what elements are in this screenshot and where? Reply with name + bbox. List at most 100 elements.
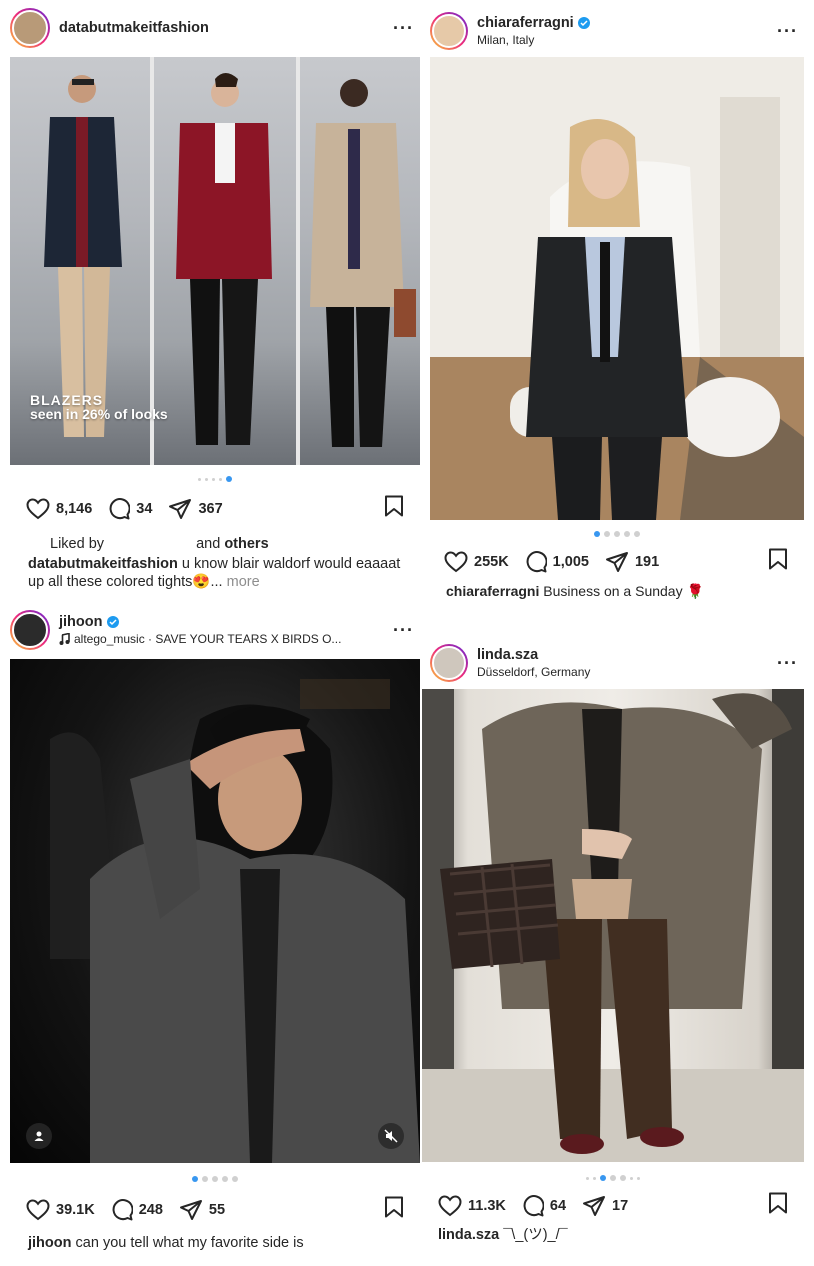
bookmark-button[interactable] bbox=[768, 548, 788, 575]
post-caption: chiaraferragni Business on a Sunday 🌹 bbox=[446, 582, 794, 600]
caption-text-block: databutmakeitfashion u know blair waldor… bbox=[28, 555, 410, 591]
comment-button[interactable]: 248 bbox=[111, 1198, 163, 1221]
username[interactable]: linda.sza bbox=[477, 647, 538, 663]
carousel-dot bbox=[593, 1176, 596, 1180]
more-options-icon[interactable]: ··· bbox=[387, 620, 420, 641]
carousel-dot-active bbox=[192, 1176, 198, 1182]
carousel-dot bbox=[620, 1175, 626, 1181]
more-options-icon[interactable]: ··· bbox=[771, 21, 804, 42]
overlay-subtitle: seen in 26% of looks bbox=[30, 406, 168, 422]
heart-icon bbox=[444, 550, 468, 572]
post-image[interactable]: BLAZERS seen in 26% of looks bbox=[10, 57, 420, 465]
post-chiaraferragni: chiaraferragni Milan, Italy ··· 255K 1,0… bbox=[430, 0, 804, 610]
share-count: 55 bbox=[208, 1201, 226, 1218]
caption-username[interactable]: databutmakeitfashion bbox=[28, 556, 178, 572]
avatar[interactable] bbox=[430, 12, 468, 50]
carousel-dot bbox=[614, 531, 620, 537]
carousel-dot bbox=[634, 531, 640, 537]
verified-badge-icon bbox=[106, 616, 119, 628]
like-count: 8,146 bbox=[56, 500, 93, 517]
location[interactable]: Düsseldorf, Germany bbox=[477, 665, 771, 679]
share-button[interactable]: 191 bbox=[605, 551, 659, 573]
username[interactable]: jihoon bbox=[59, 614, 103, 630]
carousel-dot bbox=[212, 477, 215, 481]
carousel-dot bbox=[624, 531, 630, 537]
music-info[interactable]: altego_music · SAVE YOUR TEARS X BIRDS O… bbox=[59, 632, 387, 646]
verified-badge-icon bbox=[577, 17, 590, 29]
carousel-dots bbox=[10, 1176, 420, 1182]
share-button[interactable]: 367 bbox=[168, 498, 223, 520]
comment-button[interactable]: 1,005 bbox=[525, 550, 589, 573]
like-count: 11.3K bbox=[468, 1197, 506, 1214]
like-button[interactable]: 11.3K bbox=[438, 1194, 506, 1217]
bookmark-icon bbox=[769, 1192, 787, 1214]
like-count: 39.1K bbox=[56, 1201, 95, 1218]
comment-button[interactable]: 34 bbox=[108, 497, 153, 520]
like-button[interactable]: 39.1K bbox=[26, 1198, 95, 1221]
bookmark-button[interactable] bbox=[768, 1192, 788, 1219]
share-button[interactable]: 17 bbox=[582, 1195, 628, 1217]
post-image[interactable] bbox=[430, 57, 804, 520]
share-icon bbox=[583, 1195, 606, 1216]
share-button[interactable]: 55 bbox=[179, 1199, 225, 1221]
mute-button[interactable] bbox=[378, 1123, 404, 1149]
carousel-dots bbox=[10, 476, 420, 482]
share-count: 191 bbox=[634, 553, 660, 570]
carousel-dot bbox=[222, 1176, 228, 1182]
carousel-dot-active bbox=[600, 1175, 606, 1181]
post-linda-sza: linda.sza Düsseldorf, Germany ··· 11.3K … bbox=[422, 638, 804, 1264]
liked-by-label: Liked by bbox=[50, 536, 105, 552]
post-databutmakeitfashion: databutmakeitfashion ··· BLAZERS seen in… bbox=[10, 0, 420, 600]
like-button[interactable]: 255K bbox=[444, 550, 509, 573]
like-count: 255K bbox=[474, 553, 509, 570]
liked-by-others-link[interactable]: others bbox=[224, 536, 268, 552]
action-bar: 39.1K 248 55 bbox=[26, 1196, 404, 1223]
post-image[interactable] bbox=[422, 689, 804, 1162]
share-icon bbox=[169, 498, 192, 519]
more-options-icon[interactable]: ··· bbox=[387, 18, 420, 39]
carousel-dots bbox=[422, 1175, 804, 1181]
bookmark-button[interactable] bbox=[384, 1196, 404, 1223]
post-image[interactable] bbox=[10, 659, 420, 1163]
post-caption: linda.sza ¯\_(ツ)_/¯ bbox=[438, 1226, 794, 1244]
heart-icon bbox=[26, 1198, 50, 1220]
avatar[interactable] bbox=[430, 644, 468, 682]
like-button[interactable]: 8,146 bbox=[26, 497, 93, 520]
action-bar: 8,146 34 367 bbox=[26, 495, 404, 522]
tag-people-button[interactable] bbox=[26, 1123, 52, 1149]
bookmark-icon bbox=[385, 1196, 403, 1218]
location[interactable]: Milan, Italy bbox=[477, 33, 771, 47]
carousel-dot bbox=[610, 1175, 616, 1181]
caption-username[interactable]: jihoon bbox=[28, 1235, 72, 1251]
share-count: 17 bbox=[612, 1197, 629, 1214]
caption-username[interactable]: chiaraferragni bbox=[446, 583, 539, 599]
carousel-dot bbox=[232, 1176, 238, 1182]
avatar[interactable] bbox=[10, 610, 50, 650]
portrait-scene bbox=[50, 679, 420, 1163]
username[interactable]: chiaraferragni bbox=[477, 15, 574, 31]
carousel-dot bbox=[586, 1176, 589, 1180]
user-tag-icon bbox=[34, 1131, 44, 1141]
comment-icon bbox=[523, 1194, 544, 1216]
carousel-dot-active bbox=[594, 531, 600, 537]
music-track: altego_music · SAVE YOUR TEARS X BIRDS O… bbox=[74, 632, 342, 646]
comment-count: 248 bbox=[138, 1201, 163, 1218]
carousel-dot bbox=[212, 1176, 218, 1182]
username[interactable]: databutmakeitfashion bbox=[59, 20, 209, 36]
bookmark-button[interactable] bbox=[384, 495, 404, 522]
comment-button[interactable]: 64 bbox=[522, 1194, 566, 1217]
more-link[interactable]: more bbox=[227, 574, 260, 590]
post-caption: Liked by and others databutmakeitfashion… bbox=[28, 535, 410, 591]
comment-count: 34 bbox=[136, 500, 153, 517]
carousel-dot bbox=[219, 477, 222, 481]
share-count: 367 bbox=[198, 500, 223, 517]
avatar[interactable] bbox=[10, 8, 50, 48]
caption-username[interactable]: linda.sza bbox=[438, 1227, 499, 1243]
liked-by-and: and bbox=[196, 536, 221, 552]
caption-text: ¯\_(ツ)_/¯ bbox=[503, 1227, 568, 1243]
carousel-dot bbox=[637, 1176, 640, 1180]
post-header: jihoon altego_music · SAVE YOUR TEARS X … bbox=[10, 610, 420, 650]
caption-text: can you tell what my favorite side is bbox=[75, 1235, 304, 1251]
more-options-icon[interactable]: ··· bbox=[771, 653, 804, 674]
share-icon bbox=[605, 551, 628, 572]
